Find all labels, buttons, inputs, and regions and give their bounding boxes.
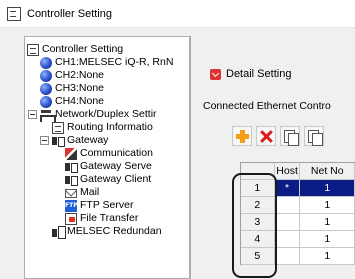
tree-item-label: Mail: [80, 186, 100, 198]
collapse-toggle-icon[interactable]: [40, 136, 49, 145]
tree-item-label: Controller Setting: [42, 43, 124, 55]
tree-item-ch1[interactable]: CH1:MELSEC iQ-R, RnN: [40, 56, 173, 69]
tree-item-label: Gateway Client: [80, 173, 152, 185]
controller-setting-icon: [7, 6, 21, 21]
tree-item-label: Communication: [80, 147, 153, 159]
file-transfer-icon: [65, 212, 77, 225]
copy-icon[interactable]: [280, 126, 300, 146]
tree-item-ch3[interactable]: CH3:None: [40, 82, 104, 95]
globe-icon: [40, 95, 52, 108]
net-no-cell[interactable]: 1: [300, 248, 355, 265]
network-icon: [40, 108, 56, 122]
tree-item-label: CH2:None: [55, 69, 105, 81]
globe-icon: [40, 82, 52, 95]
globe-icon: [40, 69, 52, 82]
header-host[interactable]: Host: [274, 163, 301, 180]
net-no-cell[interactable]: 1: [300, 214, 355, 231]
redundant-icon: [52, 225, 66, 239]
ftp-icon: FTP: [65, 199, 78, 212]
tree-item-gateway-client[interactable]: Gateway Client: [65, 173, 151, 186]
tree-item-gateway-server[interactable]: Gateway Serve: [65, 160, 152, 173]
tree-item-routing[interactable]: Routing Informatio: [52, 121, 153, 134]
host-cell[interactable]: [274, 248, 301, 265]
tree-item-file-transfer[interactable]: File Transfer: [65, 212, 138, 225]
mail-icon: [65, 189, 77, 198]
net-no-cell[interactable]: 1: [300, 197, 355, 214]
net-no-cell[interactable]: 1: [300, 180, 355, 197]
detail-setting-icon: [210, 68, 221, 80]
tree-item-label: FTP Server: [80, 199, 134, 211]
paste-icon[interactable]: [304, 126, 324, 146]
gateway-client-icon: [65, 173, 78, 186]
tree-item-label: Gateway: [67, 134, 109, 146]
host-cell[interactable]: [274, 231, 301, 248]
routing-icon: [52, 121, 64, 134]
globe-icon: [40, 56, 52, 69]
settings-tree[interactable]: Controller Setting CH1:MELSEC iQ-R, RnN …: [24, 36, 191, 279]
tree-item-ch2[interactable]: CH2:None: [40, 69, 104, 82]
tree-item-label: Network/Duplex Settir: [55, 108, 157, 120]
tree-item-label: Routing Informatio: [67, 121, 153, 133]
tree-item-communication[interactable]: Communication: [65, 147, 153, 160]
controller-setting-window: Controller Setting Controller Setting CH…: [0, 0, 355, 279]
detail-setting-link[interactable]: Detail Setting: [210, 68, 291, 80]
tree-item-network-duplex[interactable]: Network/Duplex Settir: [28, 108, 157, 122]
tree-item-label: CH1:MELSEC iQ-R, RnN: [55, 56, 174, 68]
host-cell[interactable]: *: [274, 180, 301, 197]
controller-setting-icon: [27, 43, 39, 56]
title-bar: Controller Setting: [0, 0, 355, 28]
detail-setting-label: Detail Setting: [226, 68, 292, 80]
host-cell[interactable]: [274, 197, 301, 214]
connected-ethernet-label: Connected Ethernet Contro: [203, 100, 331, 112]
tree-item-ch4[interactable]: CH4:None: [40, 95, 104, 108]
tree-item-melsec-redundant[interactable]: MELSEC Redundan: [52, 225, 162, 239]
gateway-server-icon: [65, 160, 78, 173]
header-net-no[interactable]: Net No: [300, 163, 355, 180]
tree-item-gateway[interactable]: Gateway: [40, 134, 108, 147]
tree-item-label: MELSEC Redundan: [67, 225, 162, 237]
delete-icon[interactable]: [256, 126, 276, 146]
tree-item-label: CH4:None: [55, 95, 105, 107]
tree-item-label: File Transfer: [80, 212, 139, 224]
grid-toolbar: [232, 126, 328, 146]
collapse-toggle-icon[interactable]: [28, 110, 37, 119]
tree-item-mail[interactable]: Mail: [65, 186, 99, 199]
row-number-callout: [232, 173, 277, 278]
window-title: Controller Setting: [27, 7, 112, 20]
tree-item-label: CH3:None: [55, 82, 105, 94]
host-cell[interactable]: [274, 214, 301, 231]
net-no-cell[interactable]: 1: [300, 231, 355, 248]
communication-icon: [65, 147, 77, 160]
tree-item-ftp-server[interactable]: FTP FTP Server: [65, 199, 133, 212]
gateway-icon: [52, 134, 65, 147]
add-icon[interactable]: [232, 126, 252, 146]
tree-item-label: Gateway Serve: [80, 160, 152, 172]
tree-item-controller-setting[interactable]: Controller Setting: [27, 43, 123, 56]
